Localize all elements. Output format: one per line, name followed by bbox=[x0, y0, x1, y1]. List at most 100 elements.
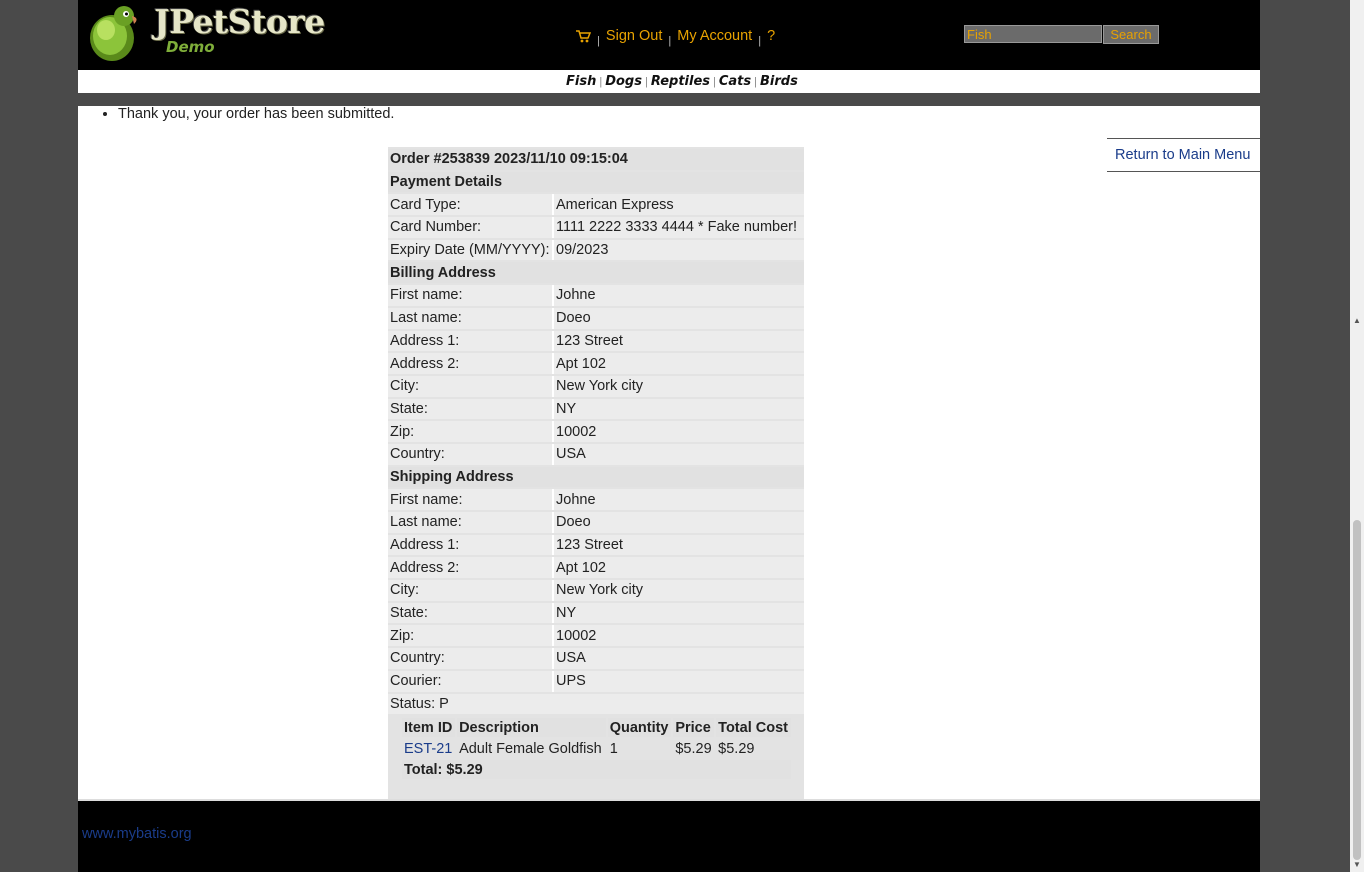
field-value: American Express bbox=[554, 194, 804, 216]
page: JPetStore Demo | Sign Out | My Account |… bbox=[78, 0, 1260, 872]
field-label: Address 1: bbox=[388, 534, 554, 556]
shipping-row: City: New York city bbox=[388, 580, 804, 601]
payment-details-header: Payment Details bbox=[388, 171, 804, 193]
back-link-box: Return to Main Menu bbox=[1107, 138, 1260, 172]
billing-row: Address 2: Apt 102 bbox=[388, 353, 804, 374]
item-id-cell: EST-21 bbox=[402, 739, 455, 758]
field-label: Address 1: bbox=[388, 330, 554, 352]
my-account-link[interactable]: My Account bbox=[677, 28, 752, 44]
search-button[interactable]: Search bbox=[1103, 25, 1159, 44]
field-value: 10002 bbox=[554, 625, 804, 647]
order-title: Order #253839 2023/11/10 09:15:04 bbox=[388, 149, 804, 170]
header: JPetStore Demo | Sign Out | My Account |… bbox=[78, 0, 1260, 70]
field-value: Doeo bbox=[554, 512, 804, 533]
scroll-down-icon[interactable]: ▼ bbox=[1353, 860, 1361, 869]
payment-row: Card Number: 1111 2222 3333 4444 * Fake n… bbox=[388, 217, 804, 238]
field-value: New York city bbox=[554, 580, 804, 601]
quicklink-reptiles[interactable]: Reptiles bbox=[651, 74, 710, 89]
field-value: Doeo bbox=[554, 307, 804, 329]
quicklink-cats[interactable]: Cats bbox=[719, 74, 751, 89]
field-value: 09/2023 bbox=[554, 239, 804, 261]
item-description: Adult Female Goldfish bbox=[459, 740, 602, 757]
column-header: Description bbox=[457, 718, 606, 737]
billing-row: City: New York city bbox=[388, 375, 804, 397]
order-total: Total: $5.29 bbox=[402, 760, 791, 779]
column-header: Quantity bbox=[607, 718, 672, 737]
field-label: Last name: bbox=[388, 512, 554, 533]
field-value: USA bbox=[554, 648, 804, 669]
payment-row: Card Type: American Express bbox=[388, 194, 804, 216]
table-row: EST-21 Adult Female Goldfish 1 $5.29 $5.29 bbox=[402, 739, 791, 758]
field-label: City: bbox=[388, 375, 554, 397]
shipping-row: State: NY bbox=[388, 602, 804, 624]
field-value: NY bbox=[554, 602, 804, 624]
column-header: Total Cost bbox=[716, 718, 791, 737]
field-label: Address 2: bbox=[388, 557, 554, 579]
shipping-row: Courier: UPS bbox=[388, 670, 804, 692]
quicklink-separator: | bbox=[754, 76, 757, 88]
quicklink-separator: | bbox=[713, 76, 716, 88]
item-price: $5.29 bbox=[675, 740, 712, 757]
field-value: Johne bbox=[554, 489, 804, 510]
billing-row: Address 1: 123 Street bbox=[388, 330, 804, 352]
category-quicklinks: Fish | Dogs | Reptiles | Cats | Birds bbox=[78, 70, 1260, 94]
shipping-row: First name: Johne bbox=[388, 489, 804, 510]
vertical-scrollbar[interactable]: ▲ ▼ bbox=[1350, 0, 1364, 872]
account-menu: | Sign Out | My Account | ? bbox=[575, 26, 775, 47]
field-value: Apt 102 bbox=[554, 353, 804, 374]
parrot-logo-icon bbox=[90, 6, 137, 61]
sign-out-link[interactable]: Sign Out bbox=[606, 28, 662, 44]
item-quantity: 1 bbox=[609, 740, 618, 757]
field-value: 123 Street bbox=[554, 534, 804, 556]
menu-separator: | bbox=[668, 35, 672, 47]
field-label: Address 2: bbox=[388, 353, 554, 374]
item-total: $5.29 bbox=[718, 740, 755, 757]
help-link[interactable]: ? bbox=[767, 28, 775, 44]
field-label: Courier: bbox=[388, 670, 554, 692]
field-label: Last name: bbox=[388, 307, 554, 329]
shipping-row: Last name: Doeo bbox=[388, 512, 804, 533]
menu-separator: | bbox=[758, 35, 762, 47]
search-input[interactable] bbox=[964, 25, 1102, 43]
billing-row: Last name: Doeo bbox=[388, 307, 804, 329]
billing-address-header: Billing Address bbox=[388, 262, 804, 284]
field-value: 1111 2222 3333 4444 * Fake number! bbox=[554, 217, 804, 238]
logo-subtitle: Demo bbox=[166, 38, 215, 56]
field-label: First name: bbox=[388, 285, 554, 306]
field-label: Expiry Date (MM/YYYY): bbox=[388, 239, 554, 261]
item-id-link[interactable]: EST-21 bbox=[404, 741, 452, 757]
column-header: Price bbox=[673, 718, 715, 737]
column-header: Item ID bbox=[402, 718, 456, 737]
quicklink-separator: | bbox=[599, 76, 603, 88]
field-value: 10002 bbox=[554, 421, 804, 442]
field-label: Country: bbox=[388, 648, 554, 669]
billing-row: Country: USA bbox=[388, 443, 804, 465]
field-value: 123 Street bbox=[554, 330, 804, 352]
scroll-thumb[interactable] bbox=[1353, 520, 1361, 860]
order-details: Order #253839 2023/11/10 09:15:04 Payment… bbox=[388, 147, 804, 805]
quicklink-separator: | bbox=[644, 76, 648, 88]
field-value: UPS bbox=[554, 670, 804, 692]
quicklink-fish[interactable]: Fish bbox=[566, 74, 596, 89]
footer: www.mybatis.org bbox=[78, 799, 1260, 872]
scroll-up-icon[interactable]: ▲ bbox=[1353, 316, 1361, 325]
cart-icon[interactable] bbox=[575, 29, 592, 43]
field-label: Zip: bbox=[388, 421, 554, 442]
logo[interactable]: JPetStore Demo bbox=[86, 2, 325, 62]
logo-title: JPetStore bbox=[154, 2, 325, 41]
field-label: State: bbox=[388, 602, 554, 624]
field-label: Card Type: bbox=[388, 194, 554, 216]
field-label: Zip: bbox=[388, 625, 554, 647]
mybatis-link[interactable]: www.mybatis.org bbox=[82, 826, 192, 842]
quicklink-dogs[interactable]: Dogs bbox=[605, 74, 642, 89]
shipping-row: Address 1: 123 Street bbox=[388, 534, 804, 556]
order-status: Status: P bbox=[388, 693, 804, 715]
payment-row: Expiry Date (MM/YYYY): 09/2023 bbox=[388, 239, 804, 261]
message-item: Thank you, your order has been submitted… bbox=[118, 106, 394, 123]
field-label: Card Number: bbox=[388, 217, 554, 238]
return-main-menu-link[interactable]: Return to Main Menu bbox=[1115, 147, 1250, 163]
shipping-address-header: Shipping Address bbox=[388, 466, 804, 488]
quicklink-birds[interactable]: Birds bbox=[760, 74, 798, 89]
field-value: Johne bbox=[554, 285, 804, 306]
messages-list: Thank you, your order has been submitted… bbox=[100, 106, 394, 123]
